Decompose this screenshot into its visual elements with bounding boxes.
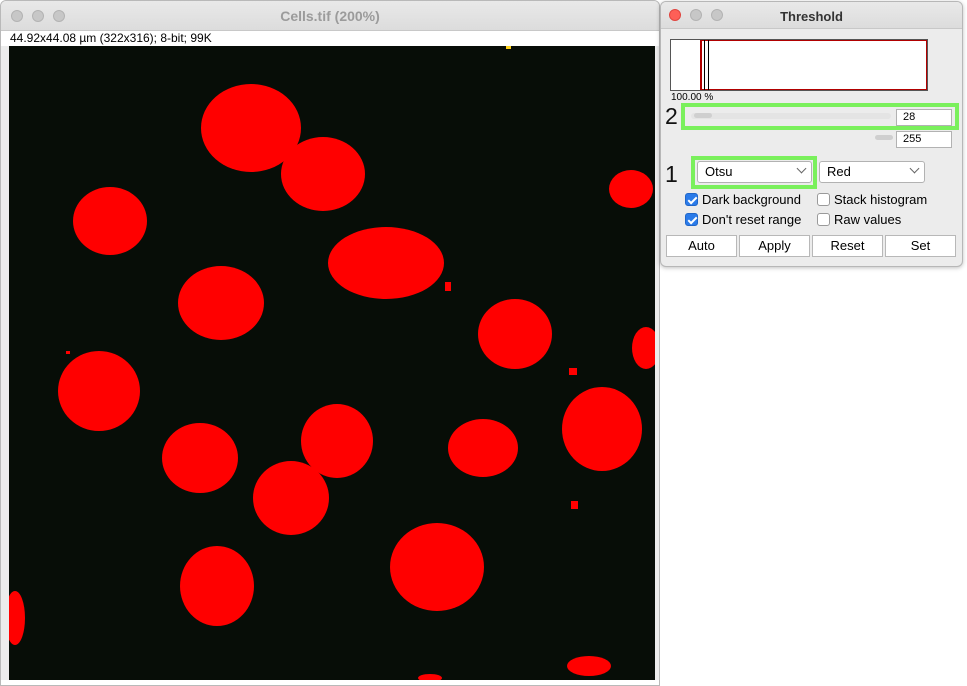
max-value-field[interactable]: 255 — [896, 131, 952, 148]
cell — [562, 387, 642, 471]
max-slider-knob[interactable] — [875, 135, 893, 140]
threshold-window[interactable]: Threshold 100.00 % 2 28 255 1 Otsu Red D… — [660, 1, 963, 267]
dont-reset-range-checkbox[interactable]: Don't reset range — [685, 212, 801, 227]
histogram-percent: 100.00 % — [671, 92, 714, 103]
histogram — [670, 39, 928, 91]
apply-button[interactable]: Apply — [739, 235, 810, 257]
step-1-label: 1 — [665, 161, 678, 187]
checkbox-icon[interactable] — [817, 213, 830, 226]
reset-button[interactable]: Reset — [812, 235, 883, 257]
max-threshold-slider[interactable] — [691, 135, 893, 141]
cell — [253, 461, 329, 535]
min-slider-knob[interactable] — [694, 113, 712, 118]
chevron-down-icon — [909, 163, 920, 174]
cell — [180, 546, 254, 626]
checkbox-icon[interactable] — [817, 193, 830, 206]
cell — [328, 227, 444, 299]
cell — [178, 266, 264, 340]
image-window-title: Cells.tif (200%) — [280, 8, 380, 24]
method-select[interactable]: Otsu — [697, 161, 812, 183]
raw-values-checkbox[interactable]: Raw values — [817, 212, 901, 227]
image-window[interactable]: Cells.tif (200%) 44.92x44.08 µm (322x316… — [0, 0, 660, 686]
cell — [632, 327, 655, 369]
threshold-titlebar[interactable]: Threshold — [661, 2, 962, 29]
roi-marker — [506, 46, 511, 49]
cell — [9, 591, 25, 645]
threshold-title: Threshold — [780, 9, 843, 24]
cell — [609, 170, 653, 208]
chevron-down-icon — [796, 163, 807, 174]
min-value-field[interactable]: 28 — [896, 109, 952, 126]
image-window-titlebar[interactable]: Cells.tif (200%) — [1, 1, 659, 31]
thresholded-cells — [9, 84, 655, 680]
set-button[interactable]: Set — [885, 235, 956, 257]
display-select[interactable]: Red — [819, 161, 925, 183]
cell — [448, 419, 518, 477]
min-threshold-slider[interactable] — [691, 113, 891, 119]
speck — [445, 282, 451, 291]
dark-background-checkbox[interactable]: Dark background — [685, 192, 801, 207]
image-canvas[interactable] — [9, 46, 655, 680]
speck — [66, 351, 70, 354]
speck — [569, 368, 577, 375]
step-2-label: 2 — [665, 103, 678, 129]
cell — [567, 656, 611, 676]
speck — [571, 501, 578, 509]
stack-histogram-checkbox[interactable]: Stack histogram — [817, 192, 927, 207]
cell — [73, 187, 147, 255]
cell — [58, 351, 140, 431]
cell — [478, 299, 552, 369]
checkbox-icon[interactable] — [685, 193, 698, 206]
auto-button[interactable]: Auto — [666, 235, 737, 257]
cell — [301, 404, 373, 478]
cell — [162, 423, 238, 493]
checkbox-icon[interactable] — [685, 213, 698, 226]
histogram-selection — [700, 40, 927, 90]
display-select-value: Red — [827, 164, 851, 179]
cell — [390, 523, 484, 611]
method-select-value: Otsu — [705, 164, 733, 179]
image-info: 44.92x44.08 µm (322x316); 8-bit; 99K — [1, 31, 659, 46]
cell — [281, 137, 365, 211]
